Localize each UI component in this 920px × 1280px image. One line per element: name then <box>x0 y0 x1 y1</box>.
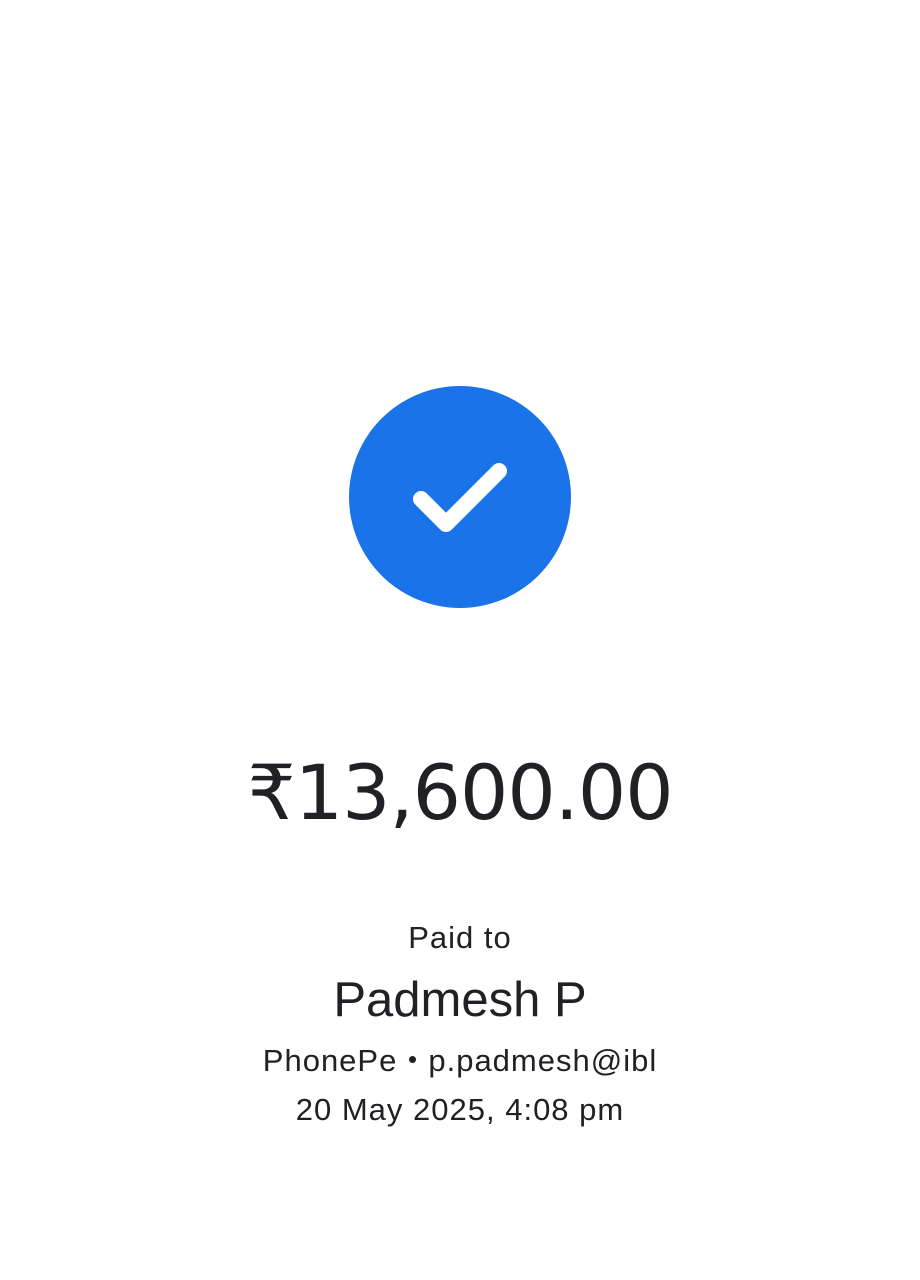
payee-details: PhonePe p.padmesh@ibl <box>0 1041 920 1081</box>
payment-timestamp: 20 May 2025, 4:08 pm <box>295 1092 625 1127</box>
check-icon <box>413 463 507 532</box>
success-badge <box>349 386 571 608</box>
payment-amount: ₹13,600.00 <box>247 748 673 837</box>
paid-to-label: Paid to <box>408 920 512 955</box>
payee-app: PhonePe <box>262 1043 398 1078</box>
payee-name: Padmesh P <box>333 973 587 1027</box>
payee-upi-id: p.padmesh@ibl <box>428 1043 658 1078</box>
separator-dot-icon <box>409 1056 417 1064</box>
